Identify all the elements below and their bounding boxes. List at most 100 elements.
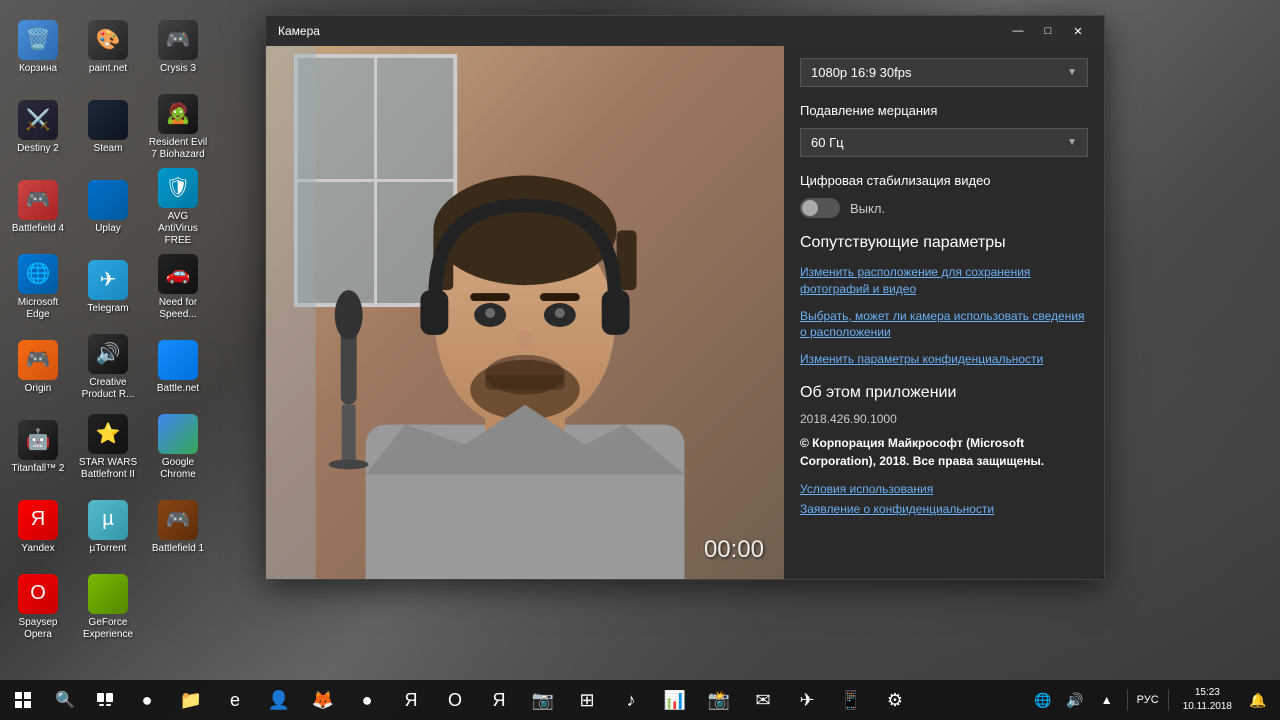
resolution-dropdown[interactable]: 1080р 16:9 30fps ▼ — [800, 58, 1088, 87]
icon-label-telegram: Telegram — [87, 303, 128, 315]
stabilization-row: Выкл. — [800, 198, 1088, 218]
desktop-icon-resident[interactable]: 🧟Resident Evil 7 Biohazard — [144, 88, 212, 166]
taskbar-app-phone[interactable]: 📱 — [829, 680, 873, 720]
toggle-knob — [802, 200, 818, 216]
desktop-icon-recycle-bin[interactable]: 🗑️Корзина — [4, 8, 72, 86]
desktop-icon-destiny2[interactable]: ⚔️Destiny 2 — [4, 88, 72, 166]
clock[interactable]: 15:23 10.11.2018 — [1175, 686, 1240, 714]
taskbar-app-yandex-task[interactable]: Я — [389, 680, 433, 720]
flicker-dropdown[interactable]: 60 Гц ▼ — [800, 128, 1088, 157]
windows-logo-icon — [15, 692, 31, 708]
taskbar-app-vpn[interactable]: ⊞ — [565, 680, 609, 720]
icon-label-edge: Microsoft Edge — [8, 297, 68, 321]
icon-img-telegram: ✈ — [88, 260, 128, 300]
language-indicator[interactable]: РУС — [1134, 694, 1162, 706]
taskbar-app-firefox[interactable]: 🦊 — [301, 680, 345, 720]
icon-label-crysis3: Crysis 3 — [160, 63, 196, 75]
desktop-icon-titanfall2[interactable]: 🤖Titanfall™ 2 — [4, 408, 72, 486]
about-title: Об этом приложении — [800, 384, 1088, 402]
taskbar-app-yandexbr[interactable]: Я — [477, 680, 521, 720]
desktop-icon-origin[interactable]: 🎮Origin — [4, 328, 72, 406]
taskbar-app-music[interactable]: ♪ — [609, 680, 653, 720]
desktop-icon-nfs[interactable]: 🚗Need for Speed... — [144, 248, 212, 326]
taskbar-app-explorer[interactable]: 📁 — [169, 680, 213, 720]
desktop-icon-telegram[interactable]: ✈ Telegram — [74, 248, 142, 326]
desktop-icon-yandex[interactable]: ЯYandex — [4, 488, 72, 566]
icon-label-utorrent: µTorrent — [90, 543, 127, 555]
icon-label-titanfall2: Titanfall™ 2 — [12, 463, 65, 475]
taskbar-app-camera-task[interactable]: 📷 — [521, 680, 565, 720]
about-section: Об этом приложении 2018.426.90.1000 © Ко… — [800, 384, 1088, 516]
icon-label-recycle-bin: Корзина — [19, 63, 57, 75]
taskbar-divider — [1127, 690, 1128, 710]
icon-label-steam: Steam — [94, 143, 123, 155]
privacy-policy-link[interactable]: Заявление о конфиденциальности — [800, 502, 1088, 516]
taskbar-app-calc[interactable]: 📊 — [653, 680, 697, 720]
desktop-icon-uplay[interactable]: Uplay — [74, 168, 142, 246]
icon-img-avg: 🛡 — [158, 168, 198, 208]
desktop-icon-paint[interactable]: 🎨paint.net — [74, 8, 142, 86]
taskbar-app-chrome-task[interactable]: ● — [345, 680, 389, 720]
desktop-icon-battlefield1[interactable]: 🎮 Battlefield 1 — [144, 488, 212, 566]
icon-label-nfs: Need for Speed... — [148, 297, 208, 321]
desktop-icon-opera[interactable]: OSpaysep Opera — [4, 568, 72, 646]
location-permission-link[interactable]: Выбрать, может ли камера использовать св… — [800, 308, 1088, 342]
icon-label-geforce: GeForce Experience — [78, 617, 138, 641]
taskbar-app-cortana[interactable]: ● — [125, 680, 169, 720]
desktop-icon-geforce[interactable]: GeForce Experience — [74, 568, 142, 646]
desktop-icon-crysis3[interactable]: 🎮 Crysis 3 — [144, 8, 212, 86]
desktop-icon-edge[interactable]: 🌐Microsoft Edge — [4, 248, 72, 326]
close-button[interactable]: ✕ — [1064, 21, 1092, 41]
desktop-icon-chrome[interactable]: Google Chrome — [144, 408, 212, 486]
stabilization-toggle[interactable] — [800, 198, 840, 218]
icon-img-opera: O — [18, 574, 58, 614]
desktop-icon-steam[interactable]: Steam — [74, 88, 142, 166]
icon-label-destiny2: Destiny 2 — [17, 143, 59, 155]
maximize-button[interactable]: □ — [1034, 21, 1062, 41]
icon-img-chrome — [158, 414, 198, 454]
taskbar-app-yandex2[interactable]: О — [433, 680, 477, 720]
icon-label-battlefield1: Battlefield 1 — [152, 543, 204, 555]
flicker-title: Подавление мерцания — [800, 103, 1088, 118]
save-location-link[interactable]: Изменить расположение для сохранения фот… — [800, 264, 1088, 298]
icon-label-resident: Resident Evil 7 Biohazard — [148, 137, 208, 161]
desktop-icon-avg[interactable]: 🛡AVG AntiVirus FREE — [144, 168, 212, 246]
network-icon[interactable]: 🌐 — [1029, 680, 1057, 720]
taskbar-app-telegram-task[interactable]: ✈ — [785, 680, 829, 720]
taskbar-app-settings-task[interactable]: ⚙ — [873, 680, 917, 720]
desktop-icon-battlefield4[interactable]: 🎮Battlefield 4 — [4, 168, 72, 246]
icon-img-battlefield1: 🎮 — [158, 500, 198, 540]
icon-img-yandex: Я — [18, 500, 58, 540]
stabilization-title: Цифровая стабилизация видео — [800, 173, 1088, 188]
volume-icon[interactable]: 🔊 — [1061, 680, 1089, 720]
taskbar-app-edge-task[interactable]: e — [213, 680, 257, 720]
minimize-button[interactable]: — — [1004, 21, 1032, 41]
taskbar-app-mail[interactable]: ✉ — [741, 680, 785, 720]
search-button[interactable]: 🔍 — [45, 680, 85, 720]
icon-img-creative: 🔊 — [88, 334, 128, 374]
icon-img-utorrent: µ — [88, 500, 128, 540]
app-version: 2018.426.90.1000 — [800, 412, 1088, 426]
desktop-icon-creative[interactable]: 🔊Creative Product R... — [74, 328, 142, 406]
taskbar-divider2 — [1168, 690, 1169, 710]
camera-video-feed — [266, 46, 784, 579]
desktop-icon-starwars[interactable]: ⭐STAR WARS Battlefront II — [74, 408, 142, 486]
taskbar-app-person[interactable]: 👤 — [257, 680, 301, 720]
notification-button[interactable]: 🔔 — [1244, 680, 1272, 720]
taskbar-app-capture[interactable]: 📸 — [697, 680, 741, 720]
icon-img-crysis3: 🎮 — [158, 20, 198, 60]
taskbar-right: 🌐 🔊 ▲ РУС 15:23 10.11.2018 🔔 — [1021, 680, 1280, 720]
taskbar-apps: ●📁e👤🦊●ЯОЯ📷⊞♪📊📸✉✈📱⚙ — [125, 680, 1021, 720]
icon-img-uplay — [88, 180, 128, 220]
task-view-button[interactable] — [85, 680, 125, 720]
desktop-icon-utorrent[interactable]: µ µTorrent — [74, 488, 142, 566]
privacy-settings-link[interactable]: Изменить параметры конфиденциальности — [800, 351, 1088, 368]
desktop-icon-battlenet[interactable]: Battle.net — [144, 328, 212, 406]
battery-icon[interactable]: ▲ — [1093, 680, 1121, 720]
start-button[interactable] — [0, 680, 45, 720]
window-controls: — □ ✕ — [1004, 21, 1092, 41]
camera-preview: 00:00 — [266, 46, 784, 579]
terms-link[interactable]: Условия использования — [800, 482, 1088, 496]
resolution-dropdown-arrow: ▼ — [1067, 67, 1077, 78]
window-title: Камера — [278, 24, 320, 38]
